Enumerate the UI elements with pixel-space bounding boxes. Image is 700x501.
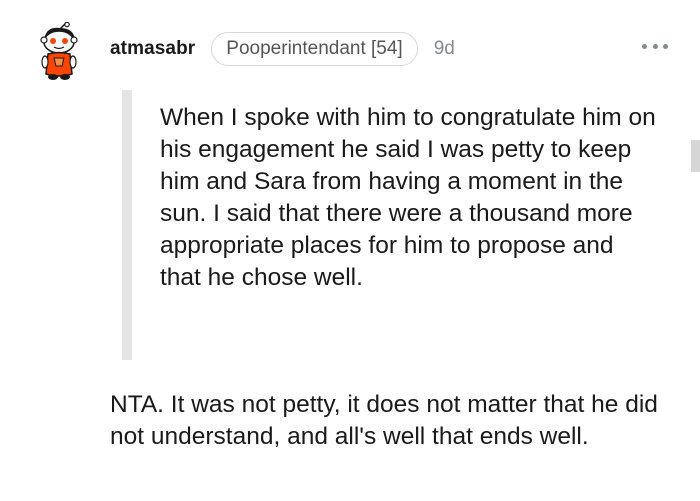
blockquote-text: When I spoke with him to congratulate hi…	[160, 104, 656, 291]
username-link[interactable]: atmasabr	[110, 38, 195, 60]
user-flair: Pooperintendant [54]	[211, 32, 418, 66]
comment-body: NTA. It was not petty, it does not matte…	[110, 391, 658, 450]
more-dot	[652, 43, 658, 49]
scrollbar-thumb[interactable]	[691, 140, 700, 172]
blockquote-bar	[122, 90, 132, 360]
snoo-avatar-icon	[40, 21, 78, 80]
more-dot	[642, 43, 647, 49]
comment-timestamp[interactable]: 9d	[434, 38, 455, 60]
comment-header: atmasabr Pooperintendant [54] 9d	[110, 30, 455, 68]
more-dot	[663, 43, 668, 49]
more-options-icon[interactable]	[642, 40, 668, 52]
avatar[interactable]	[32, 21, 86, 82]
